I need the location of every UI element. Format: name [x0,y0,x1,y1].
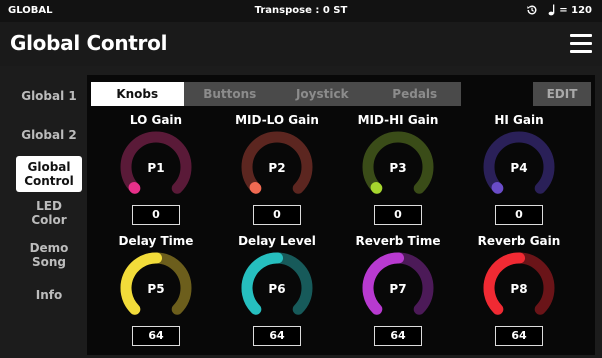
knob-dial[interactable]: P8 [481,250,557,326]
status-right: = 120 [526,4,592,16]
knob-level-arc [249,181,262,194]
knob-value-box[interactable]: 64 [495,326,543,346]
knob-level-arc [370,181,383,194]
knob-param-label: P3 [389,161,406,175]
knob-dial[interactable]: P3 [360,129,436,205]
knob-param-label: P1 [147,161,164,175]
clock-history-icon [526,4,538,16]
knob-label: Delay Level [238,234,316,248]
tempo-readout: = 120 [548,4,592,16]
knob-level-arc [128,181,141,194]
sidebar-item-led-color[interactable]: LED Color [24,199,74,227]
global-control-screen: GLOBAL Transpose : 0 ST = 120 Global Con… [0,0,602,358]
tab-pedals[interactable]: Pedals [369,82,462,106]
edit-button[interactable]: EDIT [533,82,591,106]
knob-value-box[interactable]: 64 [132,326,180,346]
knob-dial[interactable]: P1 [118,129,194,205]
knob-value-box[interactable]: 0 [495,205,543,225]
knob-value-box[interactable]: 0 [374,205,422,225]
knob-dial[interactable]: P7 [360,250,436,326]
knob-param-label: P5 [147,282,164,296]
status-bar: GLOBAL Transpose : 0 ST = 120 [0,0,602,22]
sidebar-item-global-2[interactable]: Global 2 [14,128,84,142]
knob-label: Reverb Gain [477,234,561,248]
knob-param-label: P2 [268,161,285,175]
title-bar: Global Control [0,22,602,66]
knob-value-box[interactable]: 0 [132,205,180,225]
knob-value-box[interactable]: 0 [253,205,301,225]
tempo-value: = 120 [559,4,592,16]
knob-param-label: P8 [510,282,527,296]
knob-label: MID-HI Gain [357,113,439,127]
quarter-note-icon [548,4,556,16]
knob-param-label: P4 [510,161,527,175]
tab-bar: Knobs Buttons Joystick Pedals [91,82,461,106]
knob-value-box[interactable]: 64 [374,326,422,346]
tab-buttons[interactable]: Buttons [184,82,277,106]
knob-dial[interactable]: P5 [118,250,194,326]
tab-joystick[interactable]: Joystick [276,82,369,106]
knob-label: MID-LO Gain [235,113,319,127]
knob-dial[interactable]: P2 [239,129,315,205]
knob-param-label: P7 [389,282,406,296]
sidebar-item-global-1[interactable]: Global 1 [14,89,84,103]
knob-level-arc [491,181,504,194]
knob-value-box[interactable]: 64 [253,326,301,346]
knob-dial[interactable]: P4 [481,129,557,205]
knob-label: Reverb Time [355,234,441,248]
knob-label: Delay Time [118,234,194,248]
knob-label: LO Gain [129,113,183,127]
knob-param-label: P6 [268,282,285,296]
sidebar-item-global-control[interactable]: Global Control [16,156,82,192]
transpose-readout: Transpose : 0 ST [254,5,348,16]
sidebar-item-info[interactable]: Info [14,288,84,302]
control-panel: Knobs Buttons Joystick Pedals EDIT LO Ga… [87,75,595,355]
knob-label: HI Gain [494,113,544,127]
knob-dial[interactable]: P6 [239,250,315,326]
sidebar-item-demo-song[interactable]: Demo Song [24,241,74,269]
page-title: Global Control [10,31,168,55]
tab-knobs[interactable]: Knobs [91,82,184,106]
hamburger-menu-icon[interactable] [570,34,592,54]
